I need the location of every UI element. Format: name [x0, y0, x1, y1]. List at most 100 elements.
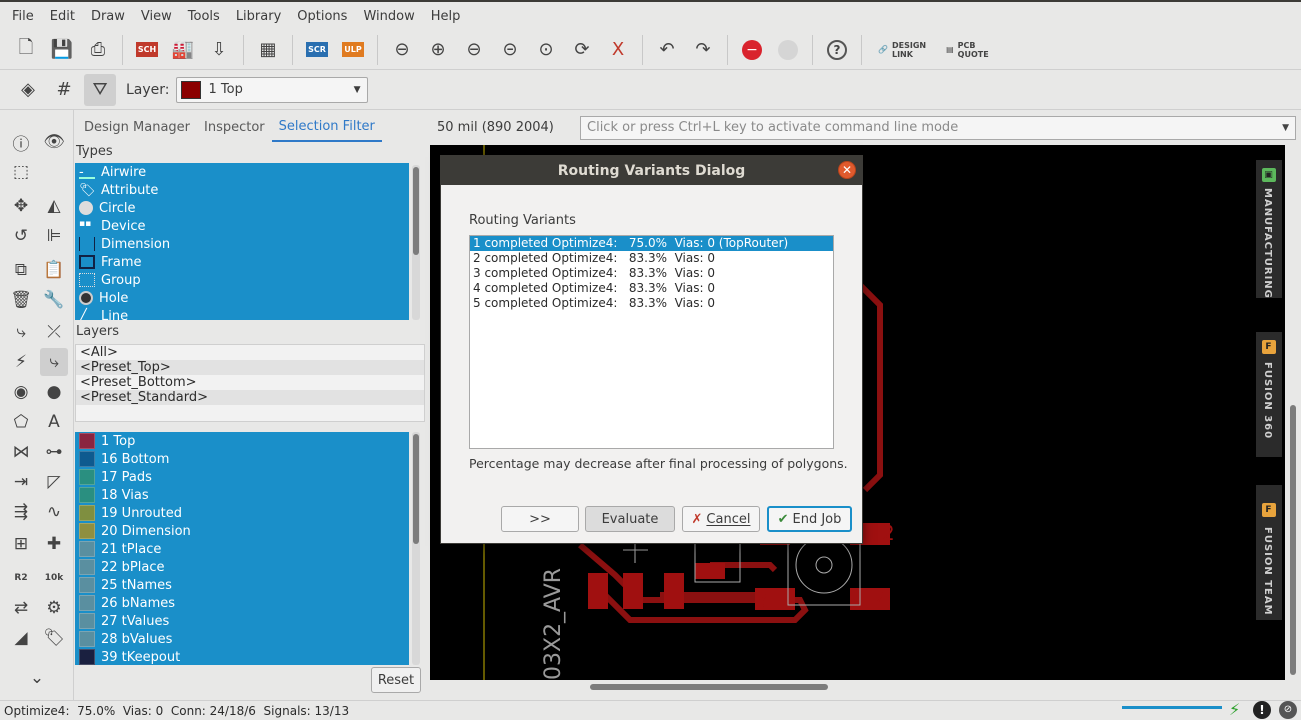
add-part-icon[interactable]: ⊞: [7, 530, 35, 558]
wave-icon[interactable]: ∿: [40, 498, 68, 526]
text-icon[interactable]: A: [40, 408, 68, 436]
layer-item[interactable]: 28 bValues: [75, 630, 409, 648]
redo-icon[interactable]: ↷: [687, 34, 719, 66]
layer-item[interactable]: 1 Top: [75, 432, 409, 450]
layer-item[interactable]: 22 bPlace: [75, 558, 409, 576]
menu-options[interactable]: Options: [289, 9, 355, 24]
align-icon[interactable]: ⊫: [40, 222, 68, 250]
filter-icon[interactable]: ⛛: [84, 73, 116, 106]
follow-me-router-icon[interactable]: ⤷: [40, 348, 68, 376]
ratsnest-icon[interactable]: X: [602, 34, 634, 66]
wrench-icon[interactable]: 🔧: [40, 286, 68, 314]
preset-item[interactable]: <Preset_Top>: [76, 360, 424, 375]
line-icon[interactable]: ◸: [40, 468, 68, 496]
command-line-input[interactable]: Click or press Ctrl+L key to activate co…: [580, 115, 1296, 140]
menu-tools[interactable]: Tools: [180, 9, 228, 24]
layers-scrollbar[interactable]: [412, 432, 420, 665]
autorouter-icon[interactable]: ⚡: [7, 348, 35, 376]
cancel-button[interactable]: ✗ Cancel: [682, 506, 760, 532]
expand-more-icon[interactable]: ⌄: [23, 664, 51, 692]
redraw-icon[interactable]: ⟳: [566, 34, 598, 66]
list-item[interactable]: Frame: [75, 253, 409, 271]
meander-icon[interactable]: ⇶: [7, 498, 35, 526]
layer-item[interactable]: 19 Unrouted: [75, 504, 409, 522]
layer-item[interactable]: 39 tKeepout: [75, 648, 409, 665]
add-icon[interactable]: ✚: [40, 530, 68, 558]
net-icon[interactable]: ⋈: [7, 438, 35, 466]
polygon-icon[interactable]: ⬠: [7, 408, 35, 436]
menu-file[interactable]: File: [4, 9, 42, 24]
new-icon[interactable]: 🗋: [10, 34, 42, 66]
cam-icon[interactable]: 🏭: [167, 34, 199, 66]
signal-icon[interactable]: ⊶: [40, 438, 68, 466]
layers-scroll-thumb[interactable]: [413, 434, 419, 544]
value-10k-icon[interactable]: 10k: [40, 564, 68, 592]
list-item[interactable]: ▪▪ Device: [75, 217, 409, 235]
ulp-icon[interactable]: ULP: [337, 34, 369, 66]
list-item[interactable]: Dimension: [75, 235, 409, 253]
reset-button[interactable]: Reset: [371, 667, 421, 693]
select-icon[interactable]: ⬚: [7, 158, 35, 186]
zoom-select-icon[interactable]: ⊝: [494, 34, 526, 66]
eye-icon[interactable]: 👁: [40, 128, 68, 156]
layer-item[interactable]: 16 Bottom: [75, 450, 409, 468]
attribute-icon[interactable]: 🏷: [40, 624, 68, 652]
list-item[interactable]: Hole: [75, 289, 409, 307]
ripup-icon[interactable]: ⤫: [40, 318, 68, 346]
dialog-titlebar[interactable]: Routing Variants Dialog ✕: [441, 156, 862, 185]
delete-icon[interactable]: 🗑: [7, 286, 35, 314]
pcb-quote-button[interactable]: ▤ PCB QUOTE: [946, 41, 989, 59]
fusion-team-tab[interactable]: F FUSION TEAM: [1256, 485, 1282, 620]
menu-window[interactable]: Window: [355, 9, 422, 24]
design-link-button[interactable]: 🔗 DESIGN LINK: [878, 41, 926, 59]
layer-item[interactable]: 21 tPlace: [75, 540, 409, 558]
help-icon[interactable]: ?: [821, 34, 853, 66]
resistor-r2-icon[interactable]: R2: [7, 564, 35, 592]
list-item[interactable]: 2 completed Optimize4: 83.3% Vias: 0: [470, 251, 833, 266]
types-scroll-thumb[interactable]: [413, 167, 419, 255]
go-icon[interactable]: [772, 34, 804, 66]
list-item[interactable]: Circle: [75, 199, 409, 217]
via-icon[interactable]: ◉: [7, 378, 35, 406]
zoom-out-icon[interactable]: ⊖: [458, 34, 490, 66]
pinswap-icon[interactable]: ⇄: [7, 594, 35, 622]
layer-item[interactable]: 25 tNames: [75, 576, 409, 594]
info-icon[interactable]: ⓘ: [7, 128, 35, 156]
manufacturing-tab[interactable]: ▣ MANUFACTURING: [1256, 160, 1282, 299]
list-item[interactable]: 1 completed Optimize4: 75.0% Vias: 0 (To…: [470, 236, 833, 251]
preset-item[interactable]: <All>: [76, 345, 424, 360]
grid-icon[interactable]: #: [48, 74, 80, 106]
zoom-area-icon[interactable]: ⊙: [530, 34, 562, 66]
canvas-horizontal-scrollbar[interactable]: [590, 684, 828, 690]
warning-icon[interactable]: !: [1253, 701, 1271, 719]
tab-selection-filter[interactable]: Selection Filter: [271, 112, 382, 142]
smash-icon[interactable]: ⚙: [40, 594, 68, 622]
layer-select[interactable]: 1 Top ▼: [175, 76, 368, 103]
mirror-icon[interactable]: ◭: [40, 192, 68, 220]
paste-icon[interactable]: 📋: [40, 256, 68, 284]
list-item[interactable]: ╱ Line: [75, 307, 409, 321]
list-item[interactable]: 5 completed Optimize4: 83.3% Vias: 0: [470, 296, 833, 311]
print-icon[interactable]: ⎙: [82, 34, 114, 66]
menu-library[interactable]: Library: [228, 9, 289, 24]
tab-design-manager[interactable]: Design Manager: [77, 112, 197, 142]
fusion-360-tab[interactable]: F FUSION 360: [1256, 332, 1282, 457]
menu-help[interactable]: Help: [423, 9, 469, 24]
menu-draw[interactable]: Draw: [83, 9, 133, 24]
preset-item[interactable]: <Preset_Standard>: [76, 390, 424, 405]
miter-icon[interactable]: ◢: [7, 624, 35, 652]
layer-item[interactable]: 26 bNames: [75, 594, 409, 612]
split-icon[interactable]: ⇥: [7, 468, 35, 496]
list-item[interactable]: ‑ Airwire: [75, 163, 409, 181]
lightning-icon[interactable]: ⚡: [1229, 700, 1240, 719]
rotate-icon[interactable]: ↺: [7, 222, 35, 250]
tab-inspector[interactable]: Inspector: [197, 112, 272, 142]
layer-item[interactable]: 27 tValues: [75, 612, 409, 630]
save-icon[interactable]: 💾: [46, 34, 78, 66]
layer-item[interactable]: 18 Vias: [75, 486, 409, 504]
next-button[interactable]: >>: [501, 506, 579, 532]
dropdown-arrow-icon[interactable]: ▼: [1282, 123, 1289, 133]
undo-icon[interactable]: ↶: [651, 34, 683, 66]
sch-icon[interactable]: SCH: [131, 34, 163, 66]
menu-view[interactable]: View: [133, 9, 180, 24]
